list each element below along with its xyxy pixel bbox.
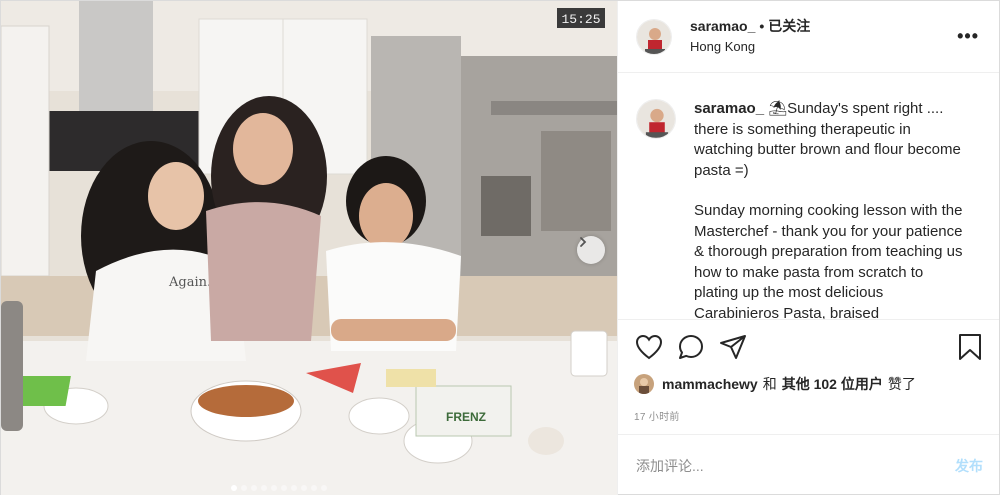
- comment-input[interactable]: [636, 457, 955, 474]
- caption-avatar[interactable]: [636, 99, 676, 139]
- share-button[interactable]: [718, 332, 748, 362]
- carousel-dot: [291, 485, 297, 491]
- carousel-dot: [261, 485, 267, 491]
- post-modal: 15:25 Again. FRENZ saramao_ • 已关注 Hong K…: [0, 0, 1000, 495]
- carousel-next-button[interactable]: [577, 236, 605, 264]
- caption-section: saramao_ ⛱Sunday's spent right .... there…: [618, 73, 999, 319]
- heart-icon: [635, 334, 663, 360]
- liker-avatar[interactable]: [634, 374, 654, 394]
- like-button[interactable]: [634, 332, 664, 362]
- carousel-indicator: [231, 485, 327, 491]
- post-photo[interactable]: 15:25 Again. FRENZ: [1, 1, 617, 495]
- post-comment-button[interactable]: 发布: [955, 456, 983, 476]
- header-username[interactable]: saramao_: [690, 18, 755, 36]
- carousel-dot: [231, 485, 237, 491]
- caption-username[interactable]: saramao_: [694, 100, 764, 117]
- carousel-dot: [281, 485, 287, 491]
- profile-avatar-image: [637, 19, 671, 54]
- caption-paragraph-2: Sunday morning cooking lesson with the M…: [694, 202, 963, 319]
- comment-box: 发布: [618, 434, 999, 495]
- liker-avatar-image: [634, 374, 654, 394]
- likes-and: 和: [762, 376, 777, 392]
- kitchen-clock: 15:25: [561, 12, 600, 27]
- liker-username[interactable]: mammachewy: [662, 376, 758, 392]
- save-button[interactable]: [955, 332, 985, 362]
- carousel-dot: [301, 485, 307, 491]
- likes-liked-text: 赞了: [887, 376, 916, 392]
- carousel-dot: [271, 485, 277, 491]
- likes-others-link[interactable]: 其他 102 位用户: [782, 374, 883, 394]
- chevron-right-icon: [580, 237, 587, 247]
- kitchen-photo-illustration: 15:25 Again. FRENZ: [1, 1, 617, 495]
- more-options-button[interactable]: •••: [953, 26, 983, 47]
- carousel-dot: [251, 485, 257, 491]
- avatar[interactable]: [636, 18, 672, 55]
- likes-summary: mammachewy 和 其他 102 位用户 赞了: [634, 374, 985, 394]
- comment-button[interactable]: [676, 332, 706, 362]
- post-header: saramao_ • 已关注 Hong Kong •••: [618, 1, 999, 73]
- bookmark-icon: [959, 334, 981, 360]
- shirt-print: Again.: [168, 275, 211, 290]
- header-separator: •: [759, 17, 765, 34]
- follow-status-button[interactable]: 已关注: [768, 18, 810, 36]
- post-sidebar: saramao_ • 已关注 Hong Kong ••• saramao_ ⛱Su…: [617, 1, 999, 495]
- caption-text: saramao_ ⛱Sunday's spent right .... there…: [694, 99, 966, 319]
- comment-icon: [679, 335, 703, 359]
- post-location[interactable]: Hong Kong: [690, 39, 953, 55]
- carousel-dot: [311, 485, 317, 491]
- carousel-dot: [321, 485, 327, 491]
- caption-avatar-image: [637, 100, 675, 138]
- frenz-box-label: FRENZ: [446, 410, 486, 424]
- post-actions: mammachewy 和 其他 102 位用户 赞了 17 小时前: [618, 319, 999, 434]
- post-timestamp[interactable]: 17 小时前: [634, 408, 985, 423]
- carousel-dot: [241, 485, 247, 491]
- share-icon: [720, 335, 746, 359]
